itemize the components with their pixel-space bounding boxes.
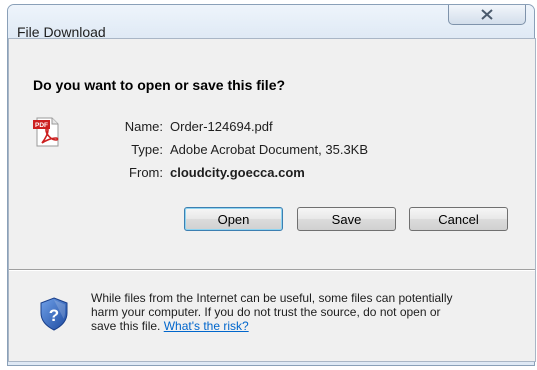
open-button[interactable]: Open [184, 207, 283, 231]
close-icon [481, 9, 493, 20]
warning-line-2: harm your computer. If you do not trust … [91, 305, 441, 319]
close-button[interactable] [448, 5, 526, 25]
dialog-body: Do you want to open or save this file? P… [8, 38, 536, 362]
from-value: cloudcity.goecca.com [170, 165, 305, 180]
warning-text: While files from the Internet can be use… [91, 291, 511, 333]
svg-text:?: ? [49, 306, 59, 325]
cancel-button[interactable]: Cancel [409, 207, 508, 231]
name-label: Name: [124, 119, 163, 134]
dialog-question: Do you want to open or save this file? [33, 77, 286, 93]
name-value: Order-124694.pdf [170, 119, 273, 134]
type-label: Type: [131, 142, 163, 157]
type-value: Adobe Acrobat Document, 35.3KB [170, 142, 369, 157]
save-button[interactable]: Save [297, 207, 396, 231]
shield-question-icon: ? [40, 297, 68, 331]
section-divider [9, 269, 535, 271]
from-label: From: [129, 165, 163, 180]
pdf-icon: PDF [33, 117, 59, 147]
whats-the-risk-link[interactable]: What's the risk? [164, 319, 249, 333]
warning-line-1: While files from the Internet can be use… [91, 291, 453, 305]
warning-line-3: save this file. [91, 319, 164, 333]
